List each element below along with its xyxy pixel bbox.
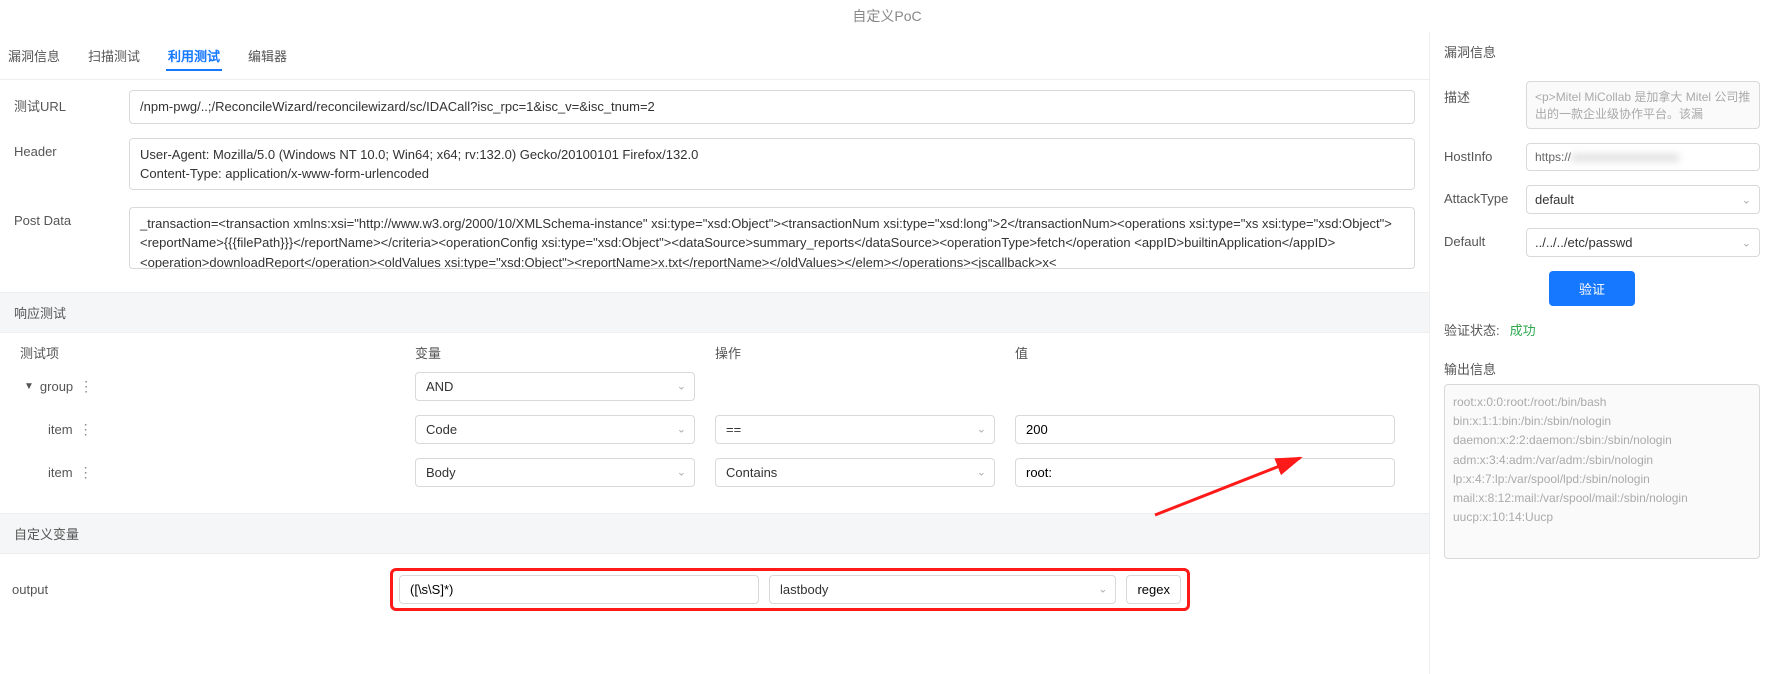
chevron-down-icon: ⌄ [1098,583,1107,596]
rule-item-label: item [48,422,73,437]
regex-type-button[interactable]: regex [1126,575,1181,604]
output-textarea[interactable]: root:x:0:0:root:/root:/bin/bash bin:x:1:… [1444,384,1760,559]
desc-label: 描述 [1444,81,1516,106]
right-panel-title: 漏洞信息 [1444,42,1760,61]
custom-var-section-header: 自定义变量 [0,513,1429,554]
hostinfo-input[interactable]: https://xxxxxxxxxxxxxxxxxx [1526,143,1760,171]
postdata-label: Post Data [14,207,129,228]
right-panel: 漏洞信息 描述 <p>Mitel MiCollab 是加拿大 Mitel 公司推… [1429,32,1774,674]
default-label: Default [1444,228,1516,249]
rule-group[interactable]: ▼ group ⋮ [20,378,415,395]
chevron-down-icon: ⌄ [977,466,986,479]
attacktype-label: AttackType [1444,185,1516,206]
chevron-down-icon: ⌄ [977,423,986,436]
custom-var-name: output [10,582,380,597]
operation-select[interactable]: Contains ⌄ [715,458,995,487]
operation-value: Contains [726,465,777,480]
group-operator-select[interactable]: AND ⌄ [415,372,695,401]
tab-scan-test[interactable]: 扫描测试 [86,42,142,71]
chevron-down-icon: ⌄ [677,423,686,436]
variable-select[interactable]: Code ⌄ [415,415,695,444]
more-icon[interactable]: ⋮ [79,464,92,481]
chevron-down-icon: ▼ [24,381,34,392]
verify-status-value: 成功 [1510,320,1536,339]
more-icon[interactable]: ⋮ [79,378,92,395]
header-label: Header [14,138,129,159]
verify-status-label: 验证状态: [1444,320,1500,339]
col-operation: 操作 [715,343,1015,362]
rule-item[interactable]: item ⋮ [20,421,415,438]
chevron-down-icon: ⌄ [1742,236,1751,249]
rule-item-label: item [48,465,73,480]
tabs: 漏洞信息 扫描测试 利用测试 编辑器 [0,32,1429,80]
header-input[interactable] [129,138,1415,190]
left-panel: 漏洞信息 扫描测试 利用测试 编辑器 测试URL Header Post Dat… [0,32,1429,674]
default-value: ../../../etc/passwd [1535,235,1633,250]
desc-textarea[interactable]: <p>Mitel MiCollab 是加拿大 Mitel 公司推出的一款企业级协… [1526,81,1760,129]
col-value: 值 [1015,343,1409,362]
tab-vuln-info[interactable]: 漏洞信息 [6,42,62,71]
default-select[interactable]: ../../../etc/passwd ⌄ [1526,228,1760,257]
hostinfo-redacted: xxxxxxxxxxxxxxxxxx [1571,150,1679,164]
col-variable: 变量 [415,343,715,362]
regex-input[interactable] [399,575,759,604]
rule-group-label: group [40,379,73,394]
chevron-down-icon: ⌄ [677,466,686,479]
value-input[interactable] [1015,458,1395,487]
postdata-input[interactable] [129,207,1415,269]
chevron-down-icon: ⌄ [677,380,686,393]
source-value: lastbody [780,582,828,597]
hostinfo-label: HostInfo [1444,143,1516,164]
highlight-annotation: lastbody ⌄ regex [390,568,1190,611]
operation-select[interactable]: == ⌄ [715,415,995,444]
tab-exploit-test[interactable]: 利用测试 [166,42,222,71]
test-url-label: 测试URL [14,90,129,115]
verify-button[interactable]: 验证 [1549,271,1635,306]
attacktype-select[interactable]: default ⌄ [1526,185,1760,214]
value-input[interactable] [1015,415,1395,444]
rule-item[interactable]: item ⋮ [20,464,415,481]
test-url-input[interactable] [129,90,1415,124]
page-title: 自定义PoC [0,0,1774,32]
response-section-header: 响应测试 [0,292,1429,333]
rules-table-header: 测试项 变量 操作 值 [0,333,1429,372]
variable-select[interactable]: Body ⌄ [415,458,695,487]
variable-value: Body [426,465,456,480]
tab-editor[interactable]: 编辑器 [246,42,289,71]
chevron-down-icon: ⌄ [1742,193,1751,206]
variable-value: Code [426,422,457,437]
more-icon[interactable]: ⋮ [79,421,92,438]
group-operator-value: AND [426,379,453,394]
attacktype-value: default [1535,192,1574,207]
operation-value: == [726,422,741,437]
col-test-item: 测试项 [20,343,415,362]
output-label: 输出信息 [1444,353,1496,378]
hostinfo-prefix: https:// [1535,150,1571,164]
source-select[interactable]: lastbody ⌄ [769,575,1116,604]
